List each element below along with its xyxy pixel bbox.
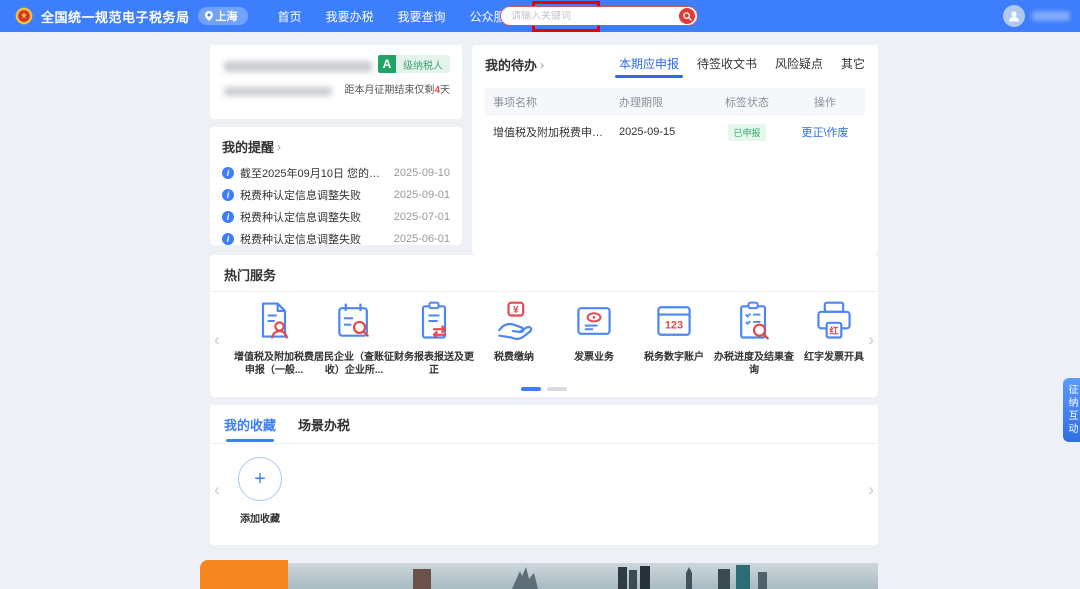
search-bar [500,6,698,26]
search-icon [683,12,692,21]
company-name-blurred [224,61,372,72]
correct-void-link[interactable]: 更正\作废 [801,127,848,139]
info-icon: i [222,167,234,179]
location-pin-icon [205,11,213,21]
person-icon [1007,9,1021,23]
reminder-item[interactable]: i 税费种认定信息调整失败 2025-09-01 [222,184,450,206]
reminder-item[interactable]: i 税费种认定信息调整失败 2025-06-01 [222,228,450,250]
interaction-floating-tab[interactable]: 征纳互动 [1063,378,1080,442]
todo-tabs: 本期应申报 待签收文书 风险疑点 其它 [619,55,865,78]
nav-item-home[interactable]: 首页 [278,8,302,25]
service-tax-payment[interactable]: ¥ 税费缴纳 [474,299,554,377]
tax-payment-icon: ¥ [492,299,536,343]
todo-item-name: 增值税及附加税费申报（一般纳税人适... [493,124,619,140]
tab-current-period-filing[interactable]: 本期应申报 [619,55,679,78]
brand: 全国统一规范电子税务局 上海 [14,6,248,26]
reminder-item[interactable]: i 税费种认定信息调整失败 2025-07-01 [222,206,450,228]
grade-letter: A [378,55,396,73]
red-invoice-icon: 红 [812,299,856,343]
service-invoice-business[interactable]: 发票业务 [554,299,634,377]
tab-other[interactable]: 其它 [841,55,865,78]
city-skyline-image [288,563,878,589]
location-label: 上海 [216,8,238,24]
todo-card: 我的待办› 本期应申报 待签收文书 风险疑点 其它 事项名称 办理期限 标签状态… [472,45,878,255]
hot-services-title: 热门服务 [224,265,864,284]
promo-banner[interactable] [200,560,878,589]
taxpayer-info-card: A 级纳税人 距本月征期结束仅剩4天 [210,45,462,119]
search-button[interactable] [679,8,695,24]
services-carousel: 增值税及附加税费申报（一般... 居民企业（查账征收）企业所... [220,299,888,377]
invoice-business-icon [572,299,616,343]
tab-documents-to-sign[interactable]: 待签收文书 [697,55,757,78]
credit-grade-badge: A 级纳税人 [378,55,450,73]
todo-title[interactable]: 我的待办› [485,55,544,74]
carousel-dots [521,387,567,391]
user-avatar[interactable] [1003,5,1025,27]
arrow-right-icon: › [277,140,281,154]
banner-orange-panel [200,560,288,589]
tax-emblem-icon [14,6,34,26]
info-icon: i [222,211,234,223]
service-vat-declaration[interactable]: 增值税及附加税费申报（一般... [234,299,314,377]
reminders-title[interactable]: 我的提醒› [222,137,450,156]
divider [210,443,878,444]
financial-report-icon [412,299,456,343]
service-red-invoice[interactable]: 红 红字发票开具 [794,299,874,377]
favorites-next-button[interactable]: › [868,481,874,498]
nav-item-query[interactable]: 我要查询 [398,8,446,25]
tab-scenario-tax[interactable]: 场景办税 [298,415,350,442]
services-prev-button[interactable]: ‹ [214,331,220,348]
tab-my-favorites[interactable]: 我的收藏 [224,415,276,442]
favorites-prev-button[interactable]: ‹ [214,481,220,498]
top-navbar: 全国统一规范电子税务局 上海 首页 我要办税 我要查询 公众服务 地方特色 [0,0,1080,32]
page: 全国统一规范电子税务局 上海 首页 我要办税 我要查询 公众服务 地方特色 [0,0,1080,589]
info-icon: i [222,189,234,201]
reminders-card: 我的提醒› i 截至2025年09月10日 您的企业有待... 2025-09-… [210,127,462,245]
username-blurred [1032,11,1070,21]
site-title: 全国统一规范电子税务局 [41,7,190,26]
todo-item-deadline: 2025-09-15 [619,126,701,138]
svg-text:¥: ¥ [513,305,519,316]
search-input[interactable] [501,11,679,22]
filing-deadline-notice: 距本月征期结束仅剩4天 [344,81,450,96]
plus-icon: + [254,468,266,491]
service-digital-account[interactable]: 123 税务数字账户 [634,299,714,377]
carousel-dot-2[interactable] [547,387,567,391]
todo-table-row: 增值税及附加税费申报（一般纳税人适... 2025-09-15 已申报 更正\作… [485,116,865,148]
nav-item-tax-handling[interactable]: 我要办税 [326,8,374,25]
digital-account-icon: 123 [652,299,696,343]
info-icon: i [222,233,234,245]
digits-123: 123 [665,319,683,331]
service-resident-enterprise[interactable]: 居民企业（查账征收）企业所... [314,299,394,377]
hot-services-card: 热门服务 ‹ › 增值税及附加税费申报（一般... [210,255,878,397]
arrow-right-icon: › [540,58,544,72]
svg-text:红: 红 [829,325,838,336]
reminders-list: i 截至2025年09月10日 您的企业有待... 2025-09-10 i 税… [222,162,450,250]
favorites-card: 我的收藏 场景办税 ‹ › + 添加收藏 [210,405,878,545]
progress-query-icon [732,299,776,343]
location-selector[interactable]: 上海 [198,7,248,25]
reminder-item[interactable]: i 截至2025年09月10日 您的企业有待... 2025-09-10 [222,162,450,184]
carousel-dot-1[interactable] [521,387,541,391]
add-favorite-button[interactable]: + 添加收藏 [238,457,282,525]
favorites-tabs: 我的收藏 场景办税 [224,415,864,442]
taxpayer-id-blurred [224,87,332,96]
divider [210,291,878,292]
grade-label: 级纳税人 [396,55,450,73]
service-progress-query[interactable]: 办税进度及结果查询 [714,299,794,377]
resident-enterprise-icon [332,299,376,343]
vat-declaration-icon [252,299,296,343]
tab-risk-doubts[interactable]: 风险疑点 [775,55,823,78]
service-financial-report[interactable]: 财务报表报送及更正 [394,299,474,377]
todo-table-header: 事项名称 办理期限 标签状态 操作 [485,88,865,116]
status-badge: 已申报 [728,124,765,141]
